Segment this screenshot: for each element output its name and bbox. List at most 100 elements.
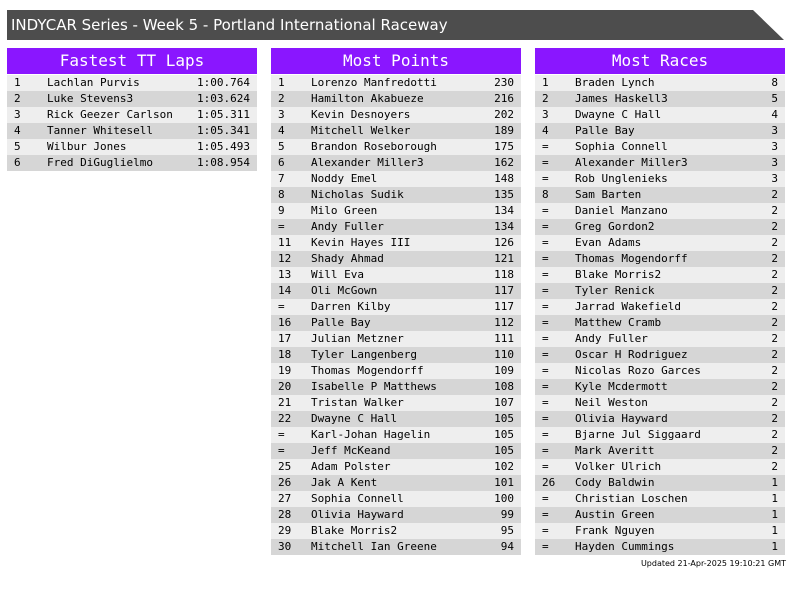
driver-name-cell: Neil Weston [575, 396, 648, 409]
rank-cell: 29 [278, 524, 292, 537]
table-row: = Andy Fuller 134 [271, 219, 521, 235]
table-row: 17 Julian Metzner 111 [271, 331, 521, 347]
value-cell: 99 [500, 508, 514, 521]
driver-name-cell: Luke Stevens3 [47, 92, 134, 105]
driver-name-cell: Nicholas Sudik [311, 188, 404, 201]
table-row: 21 Tristan Walker 107 [271, 395, 521, 411]
driver-name-cell: Matthew Cramb [575, 316, 662, 329]
driver-name-cell: Lachlan Purvis [47, 76, 140, 89]
driver-name-cell: Mark Averitt [575, 444, 655, 457]
rank-cell: = [278, 428, 285, 441]
table-row: 19 Thomas Mogendorff 109 [271, 363, 521, 379]
driver-name-cell: Mitchell Welker [311, 124, 411, 137]
rank-cell: = [542, 252, 549, 265]
driver-name-cell: Sophia Connell [575, 140, 668, 153]
rank-cell: = [542, 236, 549, 249]
table-row: = Alexander Miller3 3 [535, 155, 785, 171]
driver-name-cell: Oscar H Rodriguez [575, 348, 688, 361]
table-row: = Christian Loschen 1 [535, 491, 785, 507]
rank-cell: 4 [542, 124, 549, 137]
table-row: 26 Jak A Kent 101 [271, 475, 521, 491]
table-row: = Andy Fuller 2 [535, 331, 785, 347]
value-cell: 3 [771, 140, 778, 153]
driver-name-cell: Oli McGown [311, 284, 378, 297]
value-cell: 2 [771, 412, 778, 425]
value-cell: 1:00.764 [197, 76, 250, 89]
rank-cell: 26 [278, 476, 292, 489]
table-row: = Nicolas Rozo Garces 2 [535, 363, 785, 379]
table-row: 14 Oli McGown 117 [271, 283, 521, 299]
fastest-tt-laps-list: 1 Lachlan Purvis 1:00.764 2 Luke Stevens3 1:0… [7, 75, 257, 171]
value-cell: 2 [771, 204, 778, 217]
value-cell: 2 [771, 252, 778, 265]
rank-cell: 27 [278, 492, 292, 505]
driver-name-cell: Andy Fuller [575, 332, 648, 345]
value-cell: 2 [771, 444, 778, 457]
rank-cell: 20 [278, 380, 292, 393]
driver-name-cell: Tyler Renick [575, 284, 655, 297]
value-cell: 2 [771, 396, 778, 409]
driver-name-cell: Julian Metzner [311, 332, 404, 345]
rank-cell: = [542, 508, 549, 521]
table-row: 7 Noddy Emel 148 [271, 171, 521, 187]
driver-name-cell: Alexander Miller3 [575, 156, 688, 169]
rank-cell: = [542, 284, 549, 297]
table-row: 5 Wilbur Jones 1:05.493 [7, 139, 257, 155]
rank-cell: 2 [542, 92, 549, 105]
value-cell: 2 [771, 316, 778, 329]
driver-name-cell: Thomas Mogendorff [575, 252, 688, 265]
value-cell: 3 [771, 172, 778, 185]
driver-name-cell: Austin Green [575, 508, 655, 521]
rank-cell: = [542, 348, 549, 361]
value-cell: 2 [771, 380, 778, 393]
table-row: = Matthew Cramb 2 [535, 315, 785, 331]
page-title: INDYCAR Series - Week 5 - Portland Inter… [11, 16, 448, 34]
table-row: 4 Mitchell Welker 189 [271, 123, 521, 139]
rank-cell: 11 [278, 236, 292, 249]
table-row: 2 Luke Stevens3 1:03.624 [7, 91, 257, 107]
value-cell: 102 [494, 460, 514, 473]
rank-cell: 19 [278, 364, 292, 377]
driver-name-cell: Dwayne C Hall [575, 108, 662, 121]
rank-cell: 1 [542, 76, 549, 89]
driver-name-cell: Sam Barten [575, 188, 642, 201]
table-row: 16 Palle Bay 112 [271, 315, 521, 331]
rank-cell: = [542, 460, 549, 473]
driver-name-cell: Tristan Walker [311, 396, 404, 409]
table-row: 1 Braden Lynch 8 [535, 75, 785, 91]
table-row: 18 Tyler Langenberg 110 [271, 347, 521, 363]
rank-cell: 5 [14, 140, 21, 153]
rank-cell: = [542, 220, 549, 233]
rank-cell: 6 [14, 156, 21, 169]
table-row: = Jarrad Wakefield 2 [535, 299, 785, 315]
value-cell: 189 [494, 124, 514, 137]
value-cell: 117 [494, 300, 514, 313]
table-row: 2 Hamilton Akabueze 216 [271, 91, 521, 107]
value-cell: 202 [494, 108, 514, 121]
driver-name-cell: Alexander Miller3 [311, 156, 424, 169]
rank-cell: 9 [278, 204, 285, 217]
table-row: 11 Kevin Hayes III 126 [271, 235, 521, 251]
table-row: 1 Lorenzo Manfredotti 230 [271, 75, 521, 91]
rank-cell: = [542, 332, 549, 345]
value-cell: 216 [494, 92, 514, 105]
driver-name-cell: Jak A Kent [311, 476, 378, 489]
rank-cell: = [542, 364, 549, 377]
table-row: 6 Alexander Miller3 162 [271, 155, 521, 171]
value-cell: 2 [771, 188, 778, 201]
driver-name-cell: Hamilton Akabueze [311, 92, 424, 105]
driver-name-cell: Jeff McKeand [311, 444, 391, 457]
table-row: 3 Kevin Desnoyers 202 [271, 107, 521, 123]
driver-name-cell: Bjarne Jul Siggaard [575, 428, 701, 441]
rank-cell: 2 [14, 92, 21, 105]
panel-title: Fastest TT Laps [7, 48, 257, 75]
driver-name-cell: Noddy Emel [311, 172, 378, 185]
value-cell: 110 [494, 348, 514, 361]
rank-cell: 5 [278, 140, 285, 153]
driver-name-cell: Tyler Langenberg [311, 348, 417, 361]
table-row: = Jeff McKeand 105 [271, 443, 521, 459]
value-cell: 95 [500, 524, 514, 537]
rank-cell: = [278, 300, 285, 313]
value-cell: 100 [494, 492, 514, 505]
rank-cell: 8 [278, 188, 285, 201]
